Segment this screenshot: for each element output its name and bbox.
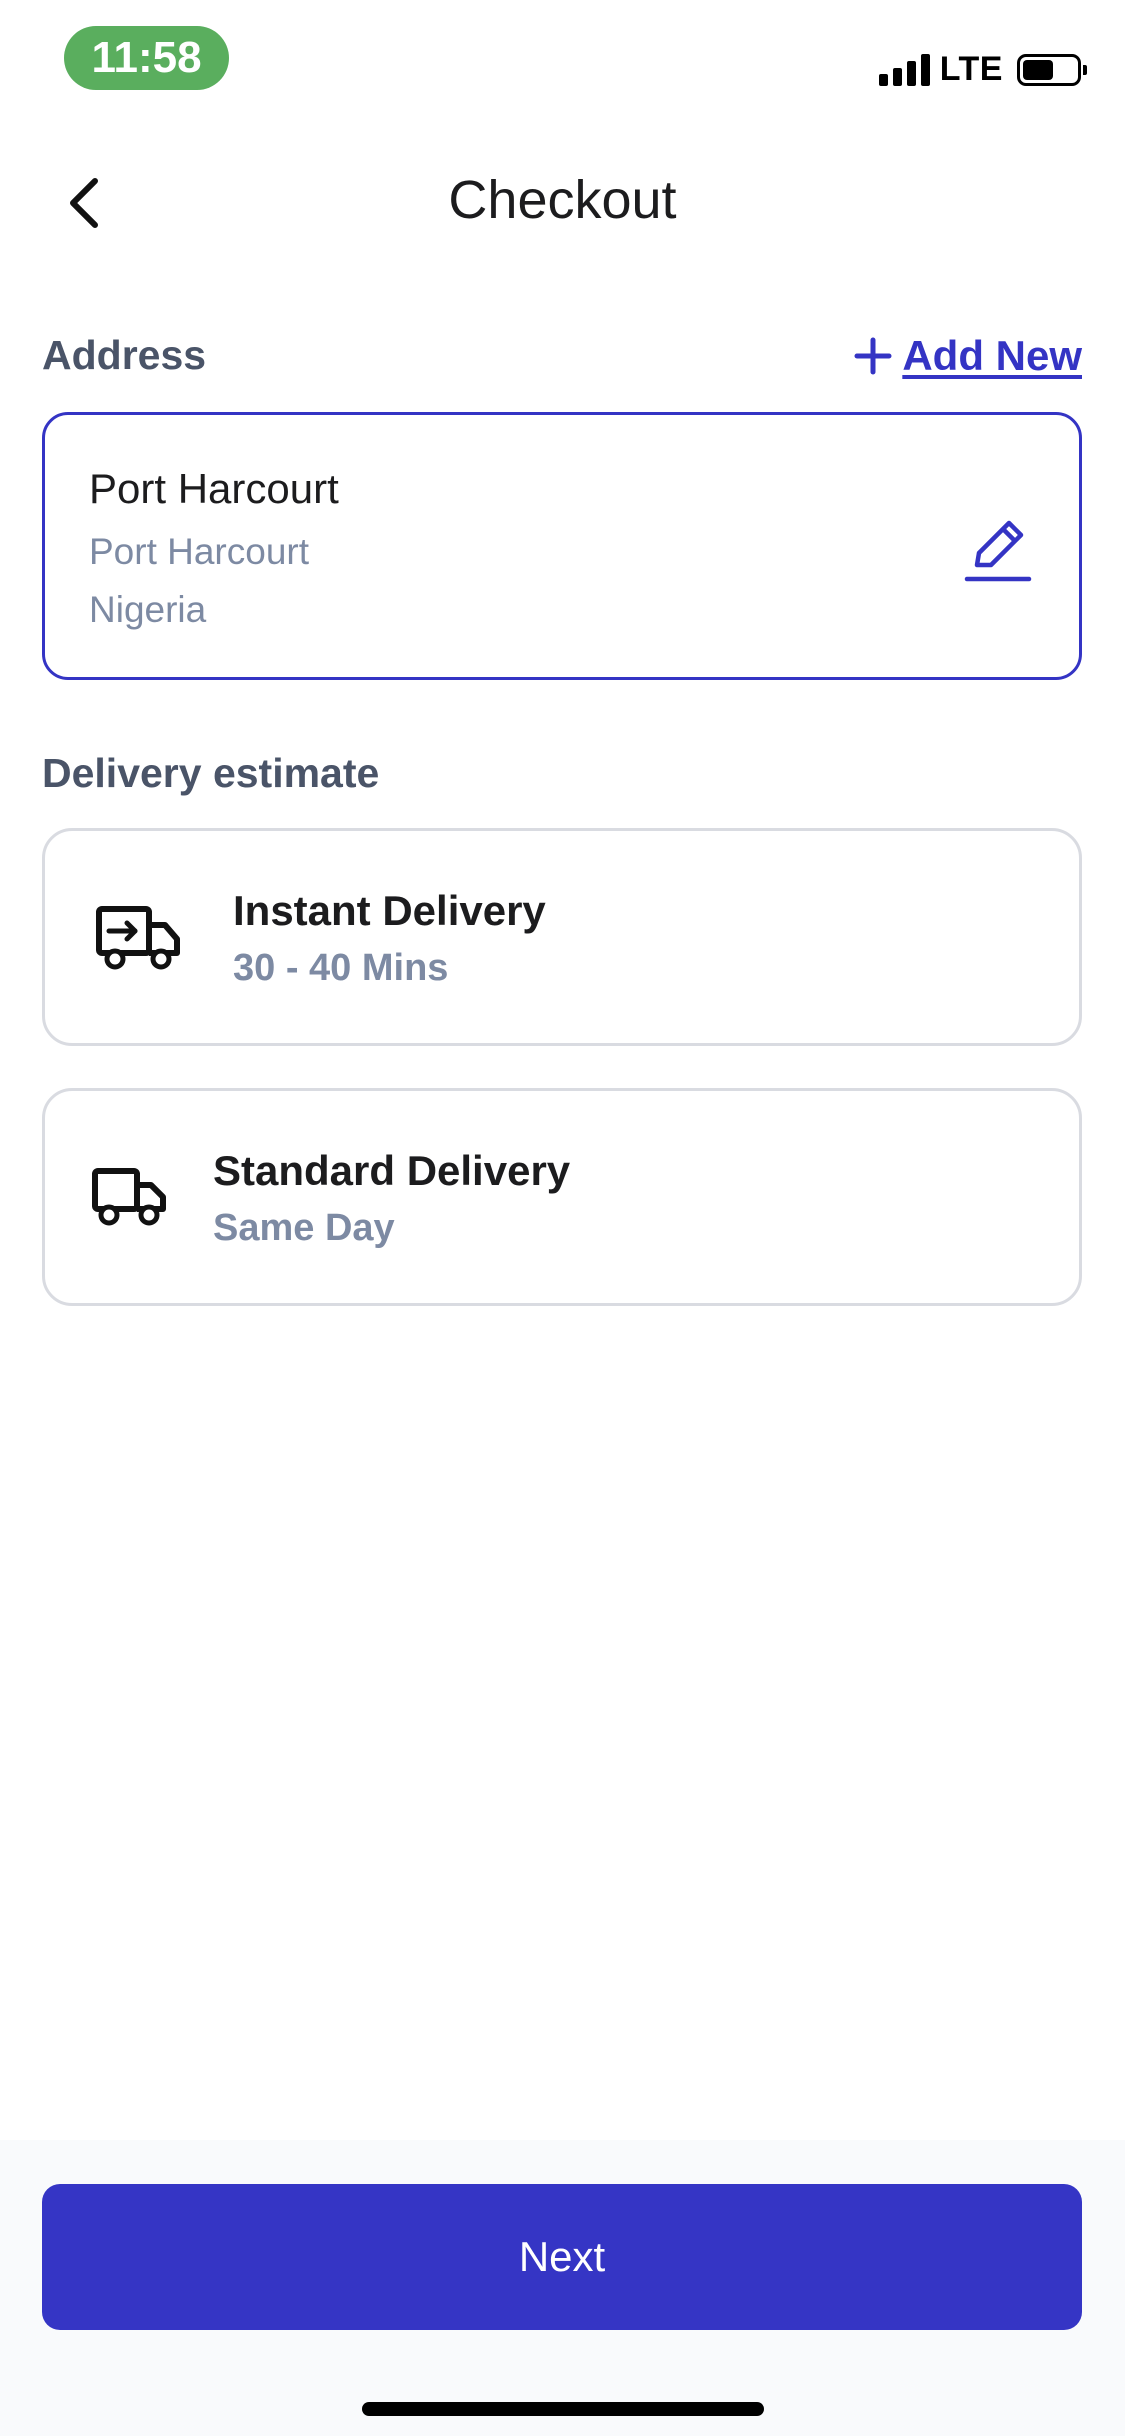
- delivery-estimate-label: Delivery estimate: [42, 750, 380, 796]
- edit-address-button[interactable]: [963, 513, 1035, 585]
- address-country: Nigeria: [89, 589, 207, 630]
- delivery-option-subtitle: 30 - 40 Mins: [233, 947, 449, 989]
- delivery-option-subtitle: Same Day: [213, 1207, 395, 1249]
- address-label: Address: [42, 332, 207, 378]
- back-button[interactable]: [50, 168, 120, 238]
- battery-icon: [1017, 53, 1087, 86]
- delivery-option-standard[interactable]: Standard Delivery Same Day: [42, 1088, 1082, 1306]
- add-new-label: Add New: [902, 332, 1082, 379]
- address-name: Port Harcourt: [89, 465, 339, 512]
- delivery-option-title: Instant Delivery: [233, 887, 546, 934]
- next-button[interactable]: Next: [42, 2184, 1082, 2330]
- header: Checkout: [0, 140, 1125, 260]
- plus-icon: [854, 337, 892, 375]
- address-city: Port Harcourt: [89, 531, 310, 572]
- delivery-option-instant[interactable]: Instant Delivery 30 - 40 Mins: [42, 828, 1082, 1046]
- address-card[interactable]: Port Harcourt Port Harcourt Nigeria: [42, 412, 1082, 680]
- delivery-option-title: Standard Delivery: [213, 1147, 571, 1194]
- fast-truck-icon: [96, 906, 180, 970]
- status-time: 11:58: [64, 26, 229, 90]
- bottom-action-bar: Next: [0, 2140, 1125, 2436]
- status-bar: 11:58 LTE: [0, 0, 1125, 120]
- page-title: Checkout: [448, 170, 677, 230]
- truck-icon: [92, 1168, 166, 1226]
- chevron-left-icon: [70, 178, 98, 228]
- network-type: LTE: [939, 50, 1003, 88]
- pencil-icon: [964, 520, 1032, 582]
- add-new-address-button[interactable]: Add New: [854, 332, 1082, 380]
- checkout-screen: 11:58 LTE Checkout Address Add New Port …: [0, 0, 1125, 2436]
- home-indicator[interactable]: [362, 2402, 764, 2416]
- signal-icon: [878, 53, 930, 86]
- status-indicators: LTE: [878, 50, 1087, 89]
